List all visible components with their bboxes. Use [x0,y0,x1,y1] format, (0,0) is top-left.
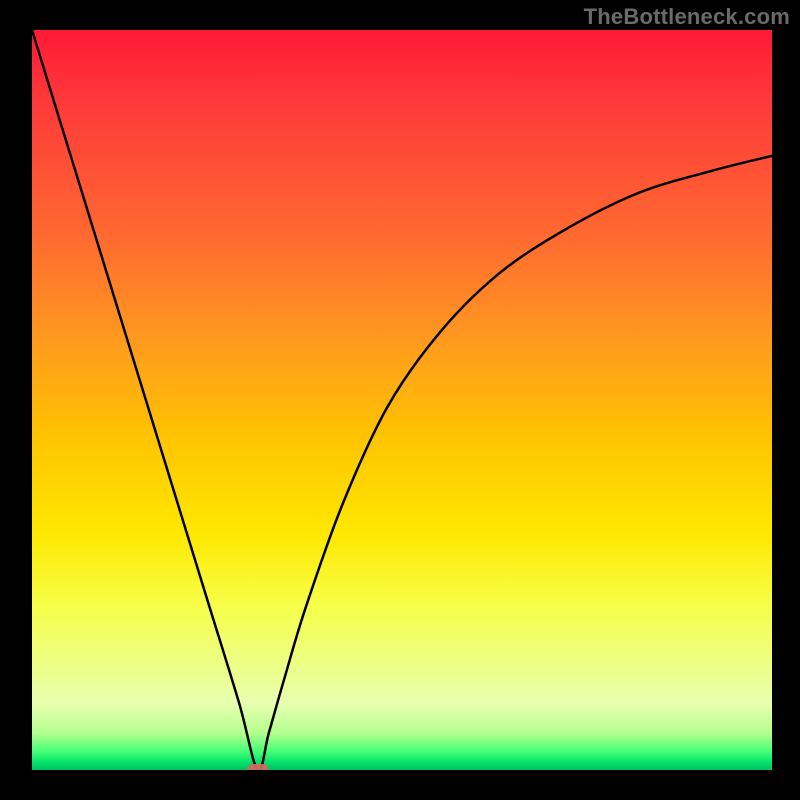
chart-frame: TheBottleneck.com [0,0,800,800]
chart-curve [32,30,772,770]
curve-path [32,30,772,770]
min-marker-icon [247,764,269,770]
watermark-text: TheBottleneck.com [584,4,790,30]
plot-area [32,30,772,770]
